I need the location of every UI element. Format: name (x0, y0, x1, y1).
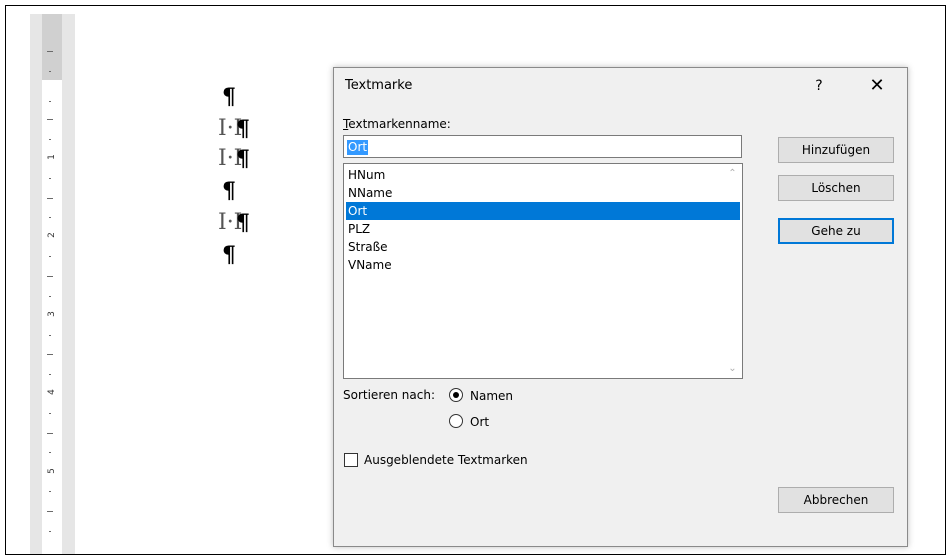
ruler-tick (47, 276, 53, 277)
paragraph-mark: ¶ (236, 210, 250, 236)
list-item[interactable]: VName (346, 256, 740, 274)
paragraph-mark: ¶ (222, 178, 236, 204)
ruler-tick (49, 491, 51, 492)
paragraph-mark: ¶ (222, 242, 236, 268)
sort-by-label: Sortieren nach: (343, 388, 435, 402)
list-scrollbar[interactable]: ⌃ ⌄ (724, 165, 741, 377)
ruler-number: 3 (47, 311, 57, 317)
ruler-tick (47, 198, 53, 199)
ruler-tick (49, 531, 51, 532)
vertical-ruler[interactable]: 1 2 3 4 5 (42, 14, 62, 554)
bookmark-name-label: Textmarkenname: (343, 117, 451, 131)
bookmark-dialog: Textmarke ? ✕ Textmarkenname: Ort HNum N… (333, 67, 908, 547)
ruler-tick (47, 51, 53, 52)
ruler-tick (49, 256, 51, 257)
list-item[interactable]: PLZ (346, 220, 740, 238)
ruler-number: 4 (47, 389, 57, 395)
help-button[interactable]: ? (804, 72, 834, 100)
ruler-number: 1 (47, 154, 57, 160)
ruler-tick (49, 101, 51, 102)
hidden-bookmarks-checkbox[interactable] (344, 453, 358, 467)
ruler-tick (49, 335, 51, 336)
add-button[interactable]: Hinzufügen (778, 137, 894, 163)
ruler-tick (49, 296, 51, 297)
ruler-tick (49, 413, 51, 414)
close-icon: ✕ (869, 75, 885, 96)
chevron-down-icon[interactable]: ⌄ (724, 360, 741, 377)
ruler-tick (47, 119, 53, 120)
paragraph-mark: ¶ (222, 84, 236, 110)
ruler-tick (49, 139, 51, 140)
list-item[interactable]: HNum (346, 166, 740, 184)
goto-button[interactable]: Gehe zu (778, 218, 894, 244)
delete-button[interactable]: Löschen (778, 175, 894, 201)
ruler-tick (49, 452, 51, 453)
list-item[interactable]: NName (346, 184, 740, 202)
ruler-number: 2 (47, 232, 57, 238)
ruler-number: 5 (47, 468, 57, 474)
dialog-title: Textmarke (345, 78, 413, 93)
hidden-bookmarks-label[interactable]: Ausgeblendete Textmarken (364, 453, 528, 467)
chevron-up-icon[interactable]: ⌃ (724, 165, 741, 182)
paragraph-mark: ¶ (236, 116, 250, 142)
cancel-button[interactable]: Abbrechen (778, 487, 894, 513)
ruler-tick (49, 217, 51, 218)
label-rest: extmarkenname: (348, 117, 451, 131)
ruler-tick (47, 511, 53, 512)
bookmark-name-input[interactable] (343, 135, 742, 158)
list-item[interactable]: Straße (346, 238, 740, 256)
ruler-margin-area (42, 14, 62, 80)
ruler-tick (47, 433, 53, 434)
ruler-tick (49, 71, 51, 72)
list-item-selected[interactable]: Ort (346, 202, 740, 220)
sort-by-location-radio[interactable] (449, 414, 463, 428)
close-button[interactable]: ✕ (860, 72, 894, 100)
ruler-tick (49, 374, 51, 375)
bookmark-list[interactable]: HNum NName Ort PLZ Straße VName ⌃ ⌄ (343, 163, 743, 379)
sort-by-name-label[interactable]: Namen (470, 389, 513, 403)
ruler-tick (49, 178, 51, 179)
ruler-tick (47, 354, 53, 355)
sort-by-name-radio[interactable] (449, 388, 463, 402)
sort-by-location-label[interactable]: Ort (470, 415, 489, 429)
paragraph-mark: ¶ (236, 146, 250, 172)
help-icon: ? (815, 78, 823, 94)
